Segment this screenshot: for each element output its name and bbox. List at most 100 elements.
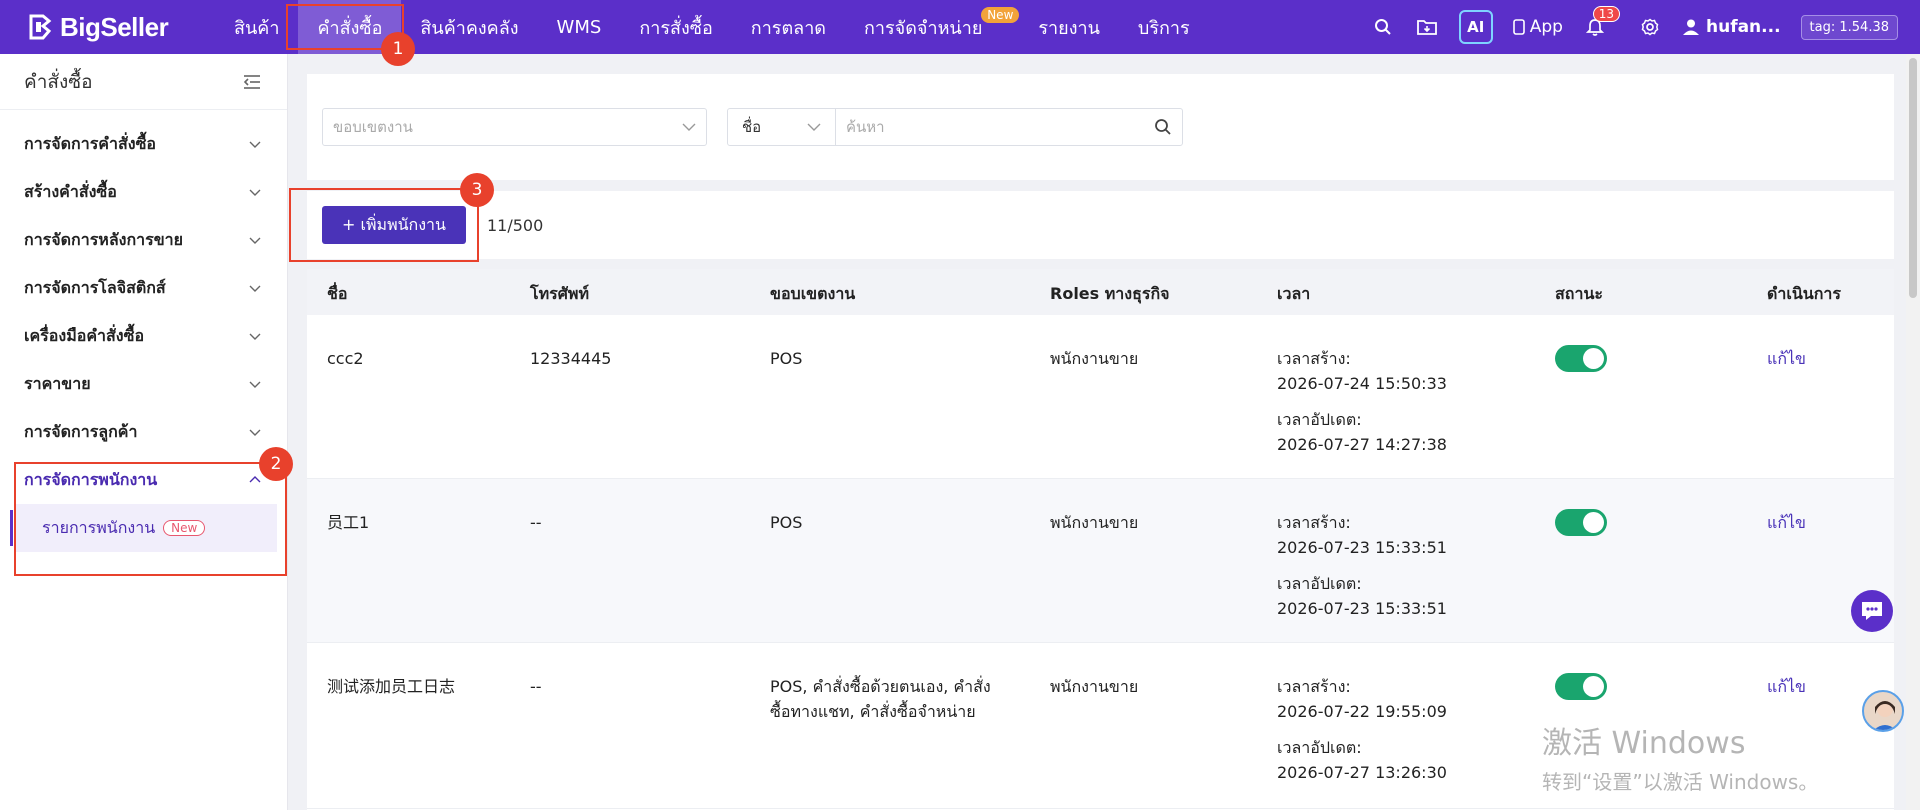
search-icon[interactable]	[1154, 118, 1172, 136]
sidebar-item-label: การจัดการคำสั่งซื้อ	[24, 133, 157, 153]
updated-time: 2026-07-27 13:26:30	[1277, 763, 1447, 782]
staff-role: พนักงานขาย	[1050, 677, 1139, 696]
bell-icon[interactable]: 13	[1584, 6, 1620, 38]
nav-label: สินค้า	[234, 17, 280, 39]
table-row: ccc2 12334445 POS พนักงานขาย เวลาสร้าง: …	[307, 315, 1894, 479]
nav-label: การจัดจำหน่าย	[864, 17, 983, 39]
search-type-select[interactable]: ชื่อ	[728, 109, 836, 145]
search-icon[interactable]	[1372, 16, 1394, 38]
staff-time: เวลาสร้าง: 2026-07-24 15:50:33 เวลาอัปเด…	[1277, 346, 1447, 457]
chat-bubble-icon[interactable]	[1851, 590, 1893, 632]
nav-label: บริการ	[1137, 17, 1190, 39]
chevron-down-icon	[682, 123, 696, 131]
sidebar-item-label: สร้างคำสั่งซื้อ	[24, 181, 117, 201]
nav-item-purchasing[interactable]: การสั่งซื้อ	[620, 0, 731, 54]
bigseller-logo-icon	[29, 14, 52, 40]
sidebar-item-create-order[interactable]: สร้างคำสั่งซื้อ	[0, 168, 287, 216]
chevron-down-icon	[249, 237, 261, 244]
col-header-actions: ดำเนินการ	[1767, 284, 1841, 303]
nav-item-distribution[interactable]: การจัดจำหน่าย New	[845, 0, 1020, 54]
collapse-sidebar-icon[interactable]	[243, 74, 261, 90]
staff-phone: --	[530, 513, 542, 532]
app-link[interactable]: App	[1512, 17, 1563, 37]
created-time: 2026-07-23 15:33:51	[1277, 538, 1447, 557]
search-group: ชื่อ ค้นหา	[727, 108, 1183, 146]
col-header-phone: โทรศัพท์	[530, 284, 589, 303]
scrollbar-thumb[interactable]	[1909, 58, 1917, 298]
nav-item-marketing[interactable]: การตลาด	[732, 0, 845, 54]
callout-box-2	[14, 462, 287, 576]
topbar-actions: AI App 13 hufan... tag: 1.54.38	[1361, 0, 1898, 54]
sidebar-header: คำสั่งซื้อ	[0, 54, 287, 110]
staff-scope: POS, คำสั่งซื้อด้วยตนเอง, คำสั่งซื้อทางแ…	[770, 677, 991, 721]
page-scrollbar[interactable]	[1906, 54, 1920, 810]
edit-link[interactable]: แก้ไข	[1767, 510, 1806, 535]
created-label: เวลาสร้าง:	[1277, 677, 1351, 696]
nav-label: การตลาด	[750, 17, 826, 39]
scope-select[interactable]: ขอบเขตงาน	[322, 108, 707, 146]
filter-panel: ขอบเขตงาน ชื่อ ค้นหา	[307, 74, 1894, 180]
chevron-down-icon	[249, 285, 261, 292]
status-toggle[interactable]	[1555, 345, 1607, 372]
sidebar-item-order-management[interactable]: การจัดการคำสั่งซื้อ	[0, 120, 287, 168]
updated-label: เวลาอัปเดต:	[1277, 574, 1362, 593]
sidebar-title: คำสั่งซื้อ	[24, 70, 93, 93]
windows-activation-watermark: 激活 Windows 转到“设置”以激活 Windows。	[1542, 718, 1818, 795]
staff-role: พนักงานขาย	[1050, 349, 1139, 368]
staff-count: 11/500	[487, 215, 544, 235]
sidebar-item-after-sales[interactable]: การจัดการหลังการขาย	[0, 216, 287, 264]
staff-phone: 12334445	[530, 349, 612, 368]
nav-item-inventory[interactable]: สินค้าคงคลัง	[401, 0, 537, 54]
status-toggle[interactable]	[1555, 673, 1607, 700]
sidebar-item-customers[interactable]: การจัดการลูกค้า	[0, 408, 287, 456]
nav-item-wms[interactable]: WMS	[538, 0, 621, 54]
new-badge: New	[981, 7, 1020, 23]
sidebar-item-label: การจัดการหลังการขาย	[24, 229, 184, 249]
table-row: 员工1 -- POS พนักงานขาย เวลาสร้าง: 2026-07…	[307, 479, 1894, 643]
user-menu[interactable]: hufan...	[1682, 17, 1781, 37]
notification-count: 13	[1592, 6, 1620, 22]
nav-label: WMS	[556, 16, 602, 38]
created-label: เวลาสร้าง:	[1277, 513, 1351, 532]
sidebar-item-pricing[interactable]: ราคาขาย	[0, 360, 287, 408]
chevron-down-icon	[249, 429, 261, 436]
brand-name: BigSeller	[60, 11, 169, 42]
edit-link[interactable]: แก้ไข	[1767, 346, 1806, 371]
folder-download-icon[interactable]	[1416, 16, 1438, 38]
app-label: App	[1529, 17, 1563, 37]
staff-name: 员工1	[327, 513, 370, 532]
brand-logo[interactable]: BigSeller	[0, 12, 215, 43]
status-toggle[interactable]	[1555, 509, 1607, 536]
updated-time: 2026-07-23 15:33:51	[1277, 599, 1447, 618]
ai-label: AI	[1467, 18, 1485, 36]
nav-label: รายงาน	[1038, 17, 1100, 39]
user-icon	[1682, 19, 1699, 35]
edit-link[interactable]: แก้ไข	[1767, 674, 1806, 699]
sidebar-item-label: ราคาขาย	[24, 373, 91, 393]
staff-time: เวลาสร้าง: 2026-07-22 19:55:09 เวลาอัปเด…	[1277, 674, 1447, 785]
created-time: 2026-07-24 15:50:33	[1277, 374, 1447, 393]
support-avatar[interactable]	[1862, 690, 1904, 732]
created-label: เวลาสร้าง:	[1277, 349, 1351, 368]
sidebar-item-label: การจัดการลูกค้า	[24, 421, 138, 441]
chevron-down-icon	[249, 333, 261, 340]
gear-icon[interactable]	[1639, 16, 1661, 38]
nav-item-reports[interactable]: รายงาน	[1019, 0, 1119, 54]
nav-label: การสั่งซื้อ	[639, 17, 713, 39]
nav-label: สินค้าคงคลัง	[420, 17, 519, 39]
updated-label: เวลาอัปเดต:	[1277, 738, 1362, 757]
search-type-value: ชื่อ	[742, 118, 762, 136]
updated-time: 2026-07-27 14:27:38	[1277, 435, 1447, 454]
version-tag: tag: 1.54.38	[1800, 14, 1898, 40]
sidebar-item-label: เครื่องมือคำสั่งซื้อ	[24, 325, 145, 345]
sidebar-item-order-tools[interactable]: เครื่องมือคำสั่งซื้อ	[0, 312, 287, 360]
table-toolbar: + เพิ่มพนักงาน 11/500	[307, 191, 1894, 259]
callout-number-2: 2	[259, 447, 293, 481]
col-header-roles: Roles ทางธุรกิจ	[1050, 284, 1170, 303]
nav-item-services[interactable]: บริการ	[1119, 0, 1209, 54]
sidebar-item-logistics[interactable]: การจัดการโลจิสติกส์	[0, 264, 287, 312]
phone-icon	[1512, 19, 1525, 35]
ai-button[interactable]: AI	[1458, 10, 1493, 44]
col-header-name: ชื่อ	[327, 284, 348, 303]
search-input[interactable]: ค้นหา	[836, 109, 1182, 145]
